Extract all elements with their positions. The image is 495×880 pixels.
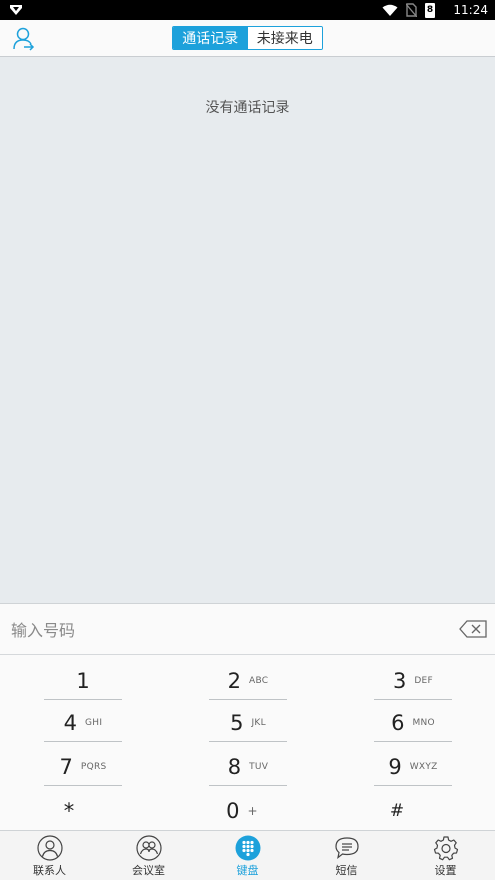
key-digit: 4	[63, 710, 78, 735]
nav-contacts[interactable]: 联系人	[0, 831, 99, 880]
key-5[interactable]: 5 JKL	[209, 704, 287, 742]
key-digit: 5	[230, 710, 244, 735]
app-notification-icon	[10, 5, 22, 15]
nav-label: 键盘	[236, 864, 259, 877]
status-time: 11:24	[453, 3, 488, 17]
call-log-list: 没有通话记录	[0, 57, 495, 603]
nav-settings[interactable]: 设置	[396, 831, 495, 880]
tab-missed-calls[interactable]: 未接来电	[247, 27, 322, 49]
key-digit: 3	[392, 668, 407, 693]
top-header: 通话记录 未接来电	[0, 20, 495, 57]
no-sim-icon	[406, 3, 417, 17]
number-input-row	[0, 604, 495, 655]
key-digit: 8	[227, 754, 242, 779]
person-add-icon[interactable]	[12, 26, 38, 52]
dial-panel: 1 2 ABC 3 DEF 4 GHI 5 JKL 6 MNO 7 PQRS 8…	[0, 603, 495, 830]
call-log-tabs: 通话记录 未接来电	[172, 26, 323, 50]
key-hash[interactable]: #	[358, 792, 436, 830]
key-letters: TUV	[249, 761, 269, 772]
meeting-room-icon	[135, 835, 162, 861]
backspace-icon[interactable]	[459, 620, 487, 638]
wifi-icon	[382, 4, 398, 16]
key-letters: MNO	[412, 717, 435, 728]
key-digit: *	[63, 799, 75, 823]
key-digit: 2	[227, 668, 241, 693]
nav-keypad[interactable]: 键盘	[198, 831, 297, 880]
empty-state-text: 没有通话记录	[205, 100, 290, 116]
key-1[interactable]: 1	[44, 662, 122, 700]
key-digit: 0	[226, 799, 240, 823]
key-digit: 9	[388, 754, 402, 779]
nav-messages[interactable]: 短信	[297, 831, 396, 880]
key-4[interactable]: 4 GHI	[44, 704, 122, 742]
nav-label: 联系人	[33, 864, 66, 877]
key-9[interactable]: 9 WXYZ	[374, 748, 452, 786]
nav-label: 短信	[335, 864, 358, 877]
key-2[interactable]: 2 ABC	[209, 662, 287, 700]
key-8[interactable]: 8 TUV	[209, 748, 287, 786]
key-letters: JKL	[251, 717, 266, 728]
key-6[interactable]: 6 MNO	[374, 704, 452, 742]
key-digit: #	[389, 801, 405, 821]
key-star[interactable]: *	[30, 792, 108, 830]
contacts-icon	[36, 835, 63, 861]
key-digit: 7	[59, 754, 73, 779]
key-3[interactable]: 3 DEF	[374, 662, 452, 700]
nav-label: 会议室	[132, 864, 165, 877]
key-digit: 1	[76, 668, 90, 693]
nav-label: 设置	[434, 864, 457, 877]
phone-number-input[interactable]	[11, 618, 431, 642]
status-bar: 8 11:24	[0, 0, 495, 20]
key-digit: 6	[391, 710, 405, 735]
key-7[interactable]: 7 PQRS	[44, 748, 122, 786]
key-letters: GHI	[85, 717, 103, 728]
nav-meeting-room[interactable]: 会议室	[99, 831, 198, 880]
key-letters: DEF	[414, 675, 434, 686]
key-0[interactable]: 0 +	[203, 792, 281, 830]
keypad-icon	[235, 835, 260, 861]
tab-call-log[interactable]: 通话记录	[173, 27, 248, 49]
battery-icon: 8	[425, 2, 435, 18]
key-letters: +	[247, 804, 258, 818]
key-letters: ABC	[249, 675, 269, 686]
settings-icon	[433, 836, 458, 861]
key-letters: PQRS	[80, 761, 107, 772]
bottom-nav: 联系人 会议室 键盘 短信 设置	[0, 830, 495, 880]
battery-level: 8	[426, 4, 434, 15]
key-letters: WXYZ	[409, 761, 438, 772]
message-icon	[334, 837, 359, 859]
